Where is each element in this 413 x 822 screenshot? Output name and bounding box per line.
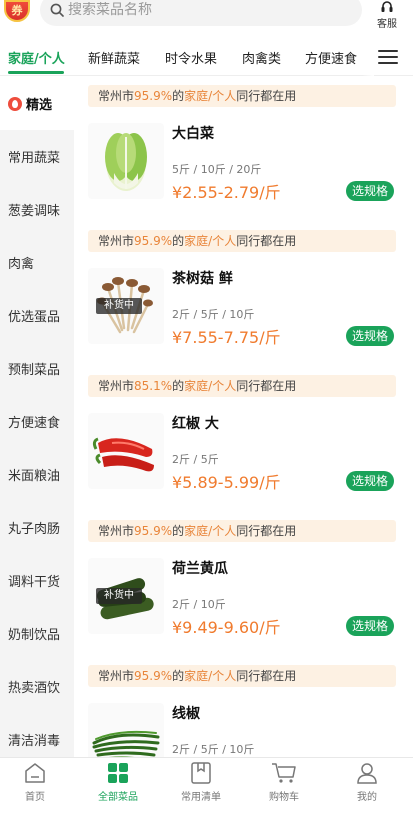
product-card[interactable]: 常州市95.9%的家庭/个人同行都在用 补货中 茶树菇 鲜 2斤 / 5斤 / … bbox=[74, 222, 413, 366]
nav-all-dishes[interactable]: 全部菜品 bbox=[83, 762, 153, 803]
sidebar-item-label: 奶制饮品 bbox=[8, 628, 61, 643]
sidebar-item-label: 热卖酒饮 bbox=[8, 681, 61, 696]
peer-usage-bar: 常州市95.9%的家庭/个人同行都在用 bbox=[88, 665, 396, 687]
coupon-label: 券 bbox=[11, 4, 23, 17]
product-card[interactable]: 常州市95.9%的家庭/个人同行都在用 大白菜 5斤 / 10斤 / 20斤 ¥… bbox=[74, 77, 413, 221]
sidebar-item-dry-goods[interactable]: 调料干货 bbox=[0, 554, 74, 607]
restocking-badge: 补货中 bbox=[96, 298, 142, 314]
fire-icon bbox=[8, 96, 22, 111]
product-specs: 5斤 / 10斤 / 20斤 bbox=[172, 163, 262, 176]
sidebar-item-label: 葱姜调味 bbox=[8, 204, 61, 219]
tabs-fade bbox=[362, 40, 374, 76]
product-card[interactable]: 常州市95.9%的家庭/个人同行都在用 补货中 荷兰黄瓜 2斤 / 10斤 ¥9… bbox=[74, 512, 413, 656]
sidebar-item-eggs[interactable]: 优选蛋品 bbox=[0, 289, 74, 342]
sidebar-item-label: 清洁消毒 bbox=[8, 734, 61, 749]
peer-usage-bar: 常州市95.9%的家庭/个人同行都在用 bbox=[88, 85, 396, 107]
sidebar-item-label: 丸子肉肠 bbox=[8, 522, 61, 537]
tab-convenience-food[interactable]: 方便速食 bbox=[305, 48, 357, 67]
headset-icon bbox=[381, 1, 393, 12]
sidebar-item-common-vegetables[interactable]: 常用蔬菜 bbox=[0, 130, 74, 183]
product-specs: 2斤 / 10斤 bbox=[172, 598, 226, 611]
home-icon bbox=[25, 763, 45, 783]
sidebar-item-dairy-drinks[interactable]: 奶制饮品 bbox=[0, 607, 74, 660]
product-image-tea-tree-mushroom[interactable]: 补货中 bbox=[88, 268, 164, 344]
nav-label: 我的 bbox=[357, 792, 377, 803]
nav-home[interactable]: 首页 bbox=[0, 762, 70, 803]
customer-service-label: 客服 bbox=[377, 19, 397, 30]
search-bar[interactable] bbox=[40, 0, 362, 26]
category-sidebar: 精选 常用蔬菜 葱姜调味 肉禽 优选蛋品 预制菜品 方便速食 米面粮油 丸子肉肠… bbox=[0, 77, 74, 757]
sidebar-item-label: 优选蛋品 bbox=[8, 310, 61, 325]
sidebar-item-convenience-food[interactable]: 方便速食 bbox=[0, 395, 74, 448]
product-image-red-pepper[interactable] bbox=[88, 413, 164, 489]
product-name: 荷兰黄瓜 bbox=[172, 561, 228, 577]
nav-label: 全部菜品 bbox=[98, 792, 138, 803]
active-tab-indicator bbox=[8, 71, 64, 74]
product-price: ¥9.49-9.60/斤 bbox=[172, 618, 281, 637]
tab-fresh-vegetables[interactable]: 新鲜蔬菜 bbox=[88, 48, 140, 67]
product-name: 茶树菇 鲜 bbox=[172, 271, 233, 287]
product-name: 红椒 大 bbox=[172, 416, 219, 432]
select-spec-button[interactable]: 选规格 bbox=[346, 616, 394, 636]
sidebar-item-prepared-dishes[interactable]: 预制菜品 bbox=[0, 342, 74, 395]
product-name: 大白菜 bbox=[172, 126, 214, 142]
sidebar-item-label: 方便速食 bbox=[8, 416, 61, 431]
select-spec-button[interactable]: 选规格 bbox=[346, 326, 394, 346]
sidebar-item-label: 调料干货 bbox=[8, 575, 61, 590]
sidebar-item-alcohol[interactable]: 热卖酒饮 bbox=[0, 660, 74, 713]
nav-profile[interactable]: 我的 bbox=[332, 762, 402, 803]
search-icon bbox=[50, 3, 64, 17]
grid-icon bbox=[108, 763, 128, 783]
product-card[interactable]: 常州市95.9%的家庭/个人同行都在用 线椒 2斤 / 5斤 / 10斤 bbox=[74, 657, 413, 757]
category-tabs: 家庭/个人 新鲜蔬菜 时令水果 肉禽类 方便速食 bbox=[0, 40, 413, 76]
product-price: ¥2.55-2.79/斤 bbox=[172, 183, 281, 202]
tab-meat-poultry[interactable]: 肉禽类 bbox=[242, 48, 281, 67]
product-list: 常州市95.9%的家庭/个人同行都在用 大白菜 5斤 / 10斤 / 20斤 ¥… bbox=[74, 77, 413, 757]
product-image-napa-cabbage[interactable] bbox=[88, 123, 164, 199]
nav-cart[interactable]: 购物车 bbox=[249, 762, 319, 803]
product-specs: 2斤 / 5斤 / 10斤 bbox=[172, 308, 255, 321]
sidebar-item-meatballs-sausage[interactable]: 丸子肉肠 bbox=[0, 501, 74, 554]
sidebar-item-label: 精选 bbox=[26, 98, 53, 113]
nav-label: 购物车 bbox=[269, 792, 299, 803]
search-input[interactable] bbox=[68, 2, 338, 18]
nav-label: 常用清单 bbox=[181, 792, 221, 803]
top-header: 券 客服 bbox=[0, 0, 413, 36]
sidebar-item-featured[interactable]: 精选 bbox=[0, 77, 74, 130]
nav-common-list[interactable]: 常用清单 bbox=[166, 762, 236, 803]
product-price: ¥7.55-7.75/斤 bbox=[172, 328, 281, 347]
user-icon bbox=[357, 763, 377, 784]
tab-family-personal[interactable]: 家庭/个人 bbox=[8, 48, 65, 67]
bookmark-list-icon bbox=[191, 762, 211, 784]
select-spec-button[interactable]: 选规格 bbox=[346, 471, 394, 491]
product-price: ¥5.89-5.99/斤 bbox=[172, 473, 281, 492]
sidebar-item-label: 常用蔬菜 bbox=[8, 151, 61, 166]
tab-seasonal-fruit[interactable]: 时令水果 bbox=[165, 48, 217, 67]
restocking-badge: 补货中 bbox=[96, 588, 142, 604]
bottom-navigation: 首页 全部菜品 常用清单 购物车 我的 bbox=[0, 757, 413, 822]
select-spec-button[interactable]: 选规格 bbox=[346, 181, 394, 201]
sidebar-item-meat[interactable]: 肉禽 bbox=[0, 236, 74, 289]
sidebar-item-label: 预制菜品 bbox=[8, 363, 61, 378]
product-specs: 2斤 / 5斤 / 10斤 bbox=[172, 743, 255, 756]
product-card[interactable]: 常州市85.1%的家庭/个人同行都在用 红椒 大 2斤 / 5斤 ¥5.89-5… bbox=[74, 367, 413, 511]
product-specs: 2斤 / 5斤 bbox=[172, 453, 219, 466]
peer-usage-bar: 常州市95.9%的家庭/个人同行都在用 bbox=[88, 230, 396, 252]
product-image-mini-cucumber[interactable]: 补货中 bbox=[88, 558, 164, 634]
menu-icon[interactable] bbox=[378, 50, 398, 66]
sidebar-item-cleaning[interactable]: 清洁消毒 bbox=[0, 713, 74, 757]
product-name: 线椒 bbox=[172, 706, 200, 722]
cart-icon bbox=[272, 763, 296, 783]
sidebar-item-label: 米面粮油 bbox=[8, 469, 61, 484]
coupon-badge[interactable]: 券 bbox=[4, 0, 30, 22]
sidebar-item-label: 肉禽 bbox=[8, 257, 35, 272]
customer-service-button[interactable]: 客服 bbox=[370, 0, 404, 30]
product-image-green-chili[interactable] bbox=[88, 703, 164, 757]
peer-usage-bar: 常州市85.1%的家庭/个人同行都在用 bbox=[88, 375, 396, 397]
sidebar-item-seasonings[interactable]: 葱姜调味 bbox=[0, 183, 74, 236]
sidebar-item-rice-flour-oil[interactable]: 米面粮油 bbox=[0, 448, 74, 501]
nav-label: 首页 bbox=[25, 792, 45, 803]
peer-usage-bar: 常州市95.9%的家庭/个人同行都在用 bbox=[88, 520, 396, 542]
